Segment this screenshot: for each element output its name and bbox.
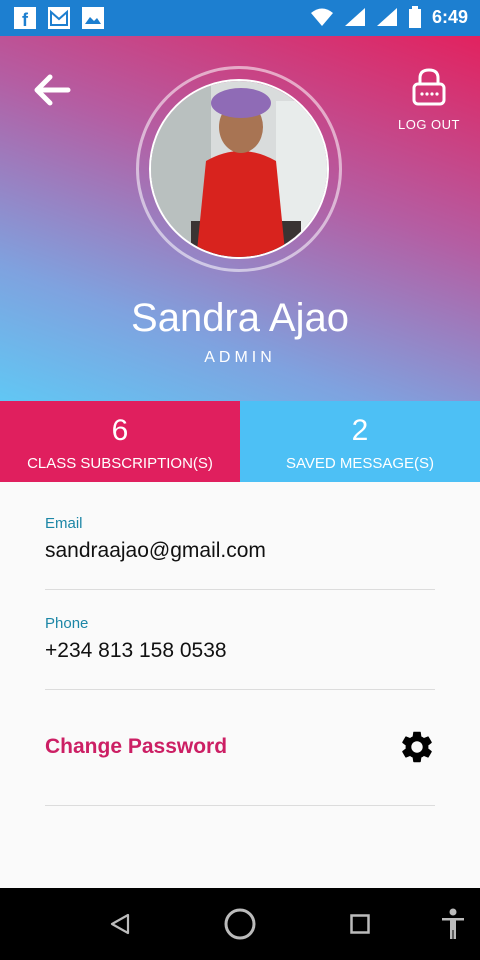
gallery-icon (82, 7, 104, 29)
system-nav-bar (0, 888, 480, 960)
gear-icon[interactable] (398, 728, 436, 766)
svg-text:f: f (22, 10, 29, 29)
facebook-icon: f (14, 7, 36, 30)
phone-label: Phone (45, 615, 89, 632)
logout-button[interactable]: LOG OUT (396, 68, 462, 140)
change-password-button[interactable]: Change Password (45, 735, 227, 759)
recents-nav-icon[interactable] (350, 914, 370, 934)
saved-messages-stat[interactable]: 2 SAVED MESSAGE(S) (240, 401, 480, 482)
phone-value: +234 813 158 0538 (45, 639, 227, 662)
stat-label: SAVED MESSAGE(S) (285, 455, 435, 472)
gmail-icon (48, 7, 70, 29)
back-nav-icon[interactable] (108, 912, 132, 936)
stat-label: CLASS SUBSCRIPTION(S) (27, 455, 213, 472)
profile-role: ADMIN (204, 349, 276, 366)
divider (45, 589, 435, 590)
email-label: Email (45, 515, 83, 532)
lock-icon (412, 68, 446, 106)
signal-icon (376, 8, 397, 26)
back-button[interactable] (30, 70, 74, 110)
logout-label: LOG OUT (397, 117, 460, 132)
signal-icon (344, 8, 365, 26)
battery-icon (408, 6, 421, 28)
divider (45, 805, 435, 806)
stat-count: 6 (111, 414, 129, 447)
accessibility-icon[interactable] (440, 908, 466, 940)
divider (45, 689, 435, 690)
home-nav-icon[interactable] (223, 907, 257, 941)
email-value: sandraajao@gmail.com (45, 539, 266, 562)
profile-name: Sandra Ajao (131, 296, 349, 340)
arrow-left-icon (34, 74, 71, 106)
class-subscriptions-stat[interactable]: 6 CLASS SUBSCRIPTION(S) (0, 401, 240, 482)
avatar[interactable] (149, 79, 329, 259)
wifi-icon (310, 8, 333, 26)
status-bar: f 6:49 (0, 0, 480, 36)
stat-count: 2 (351, 414, 369, 447)
status-time: 6:49 (431, 6, 468, 27)
